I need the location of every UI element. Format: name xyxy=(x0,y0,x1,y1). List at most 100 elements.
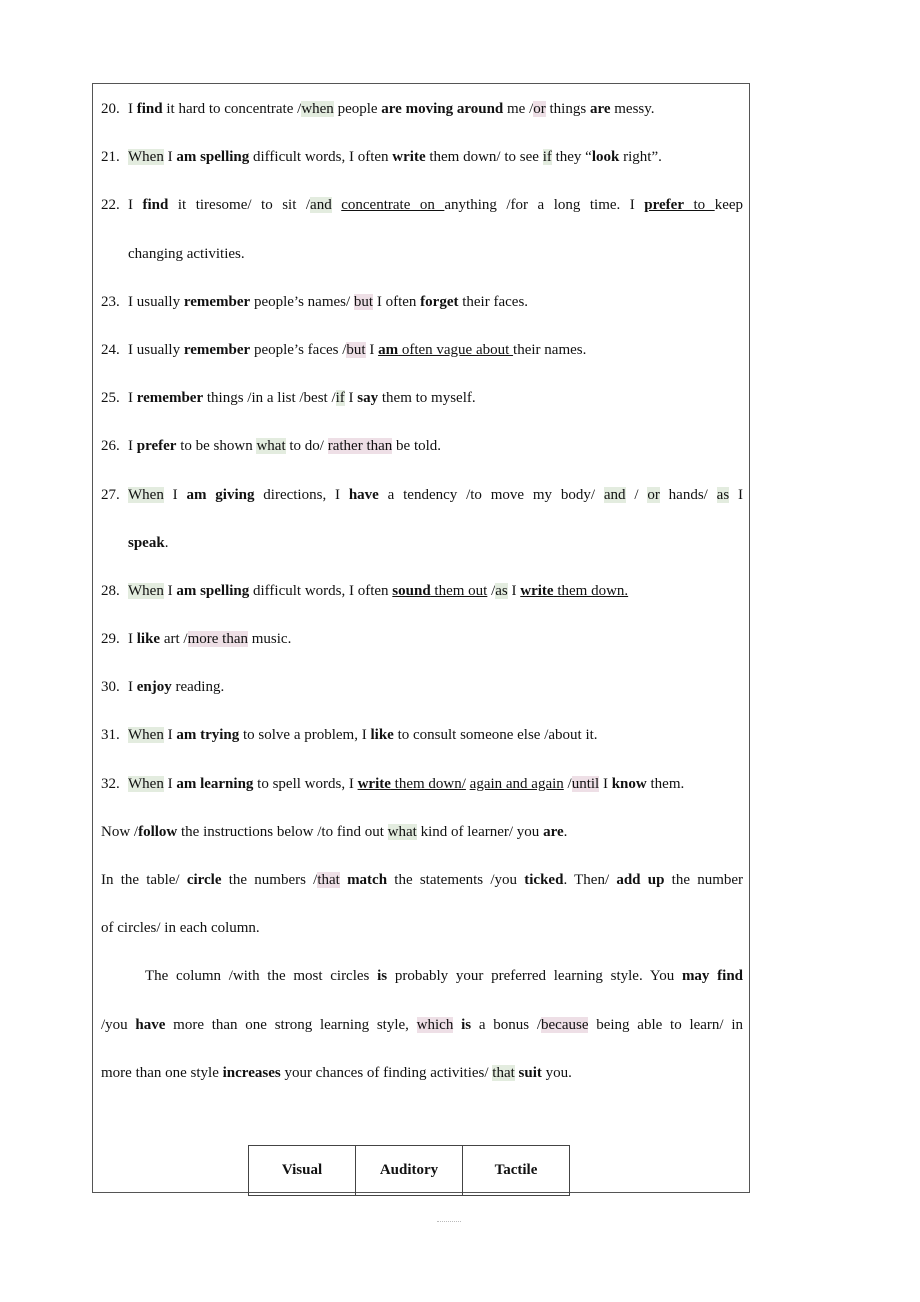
text-run: write xyxy=(392,149,426,166)
text-run: increases xyxy=(222,1064,281,1081)
text-line: speak. xyxy=(128,519,743,567)
text-run: enjoy xyxy=(136,679,172,696)
text-run: speak xyxy=(128,534,165,551)
text-run: are xyxy=(543,823,564,840)
text-run: I xyxy=(128,438,137,455)
text-run: things /in a list /best / xyxy=(203,390,336,407)
text-line: When I am spelling difficult words, I of… xyxy=(128,133,743,181)
highlighted-word: When xyxy=(128,582,164,599)
text-run: things xyxy=(545,101,590,117)
text-run: more than one style xyxy=(101,1064,223,1081)
text-run: me / xyxy=(503,101,534,117)
text-run: I xyxy=(365,341,379,358)
text-run: have xyxy=(135,1016,166,1033)
highlighted-word: as xyxy=(495,582,508,599)
highlighted-word: because xyxy=(541,1016,589,1033)
text-run: you. xyxy=(541,1064,572,1081)
text-run: like xyxy=(370,727,394,744)
statement-item: 29. I like art /more than music. xyxy=(101,615,743,663)
text-run: I xyxy=(128,631,137,648)
highlighted-word: what xyxy=(256,438,286,455)
text-run: people’s faces / xyxy=(250,341,347,358)
text-run: difficult words, I often xyxy=(249,582,393,599)
text-run: . xyxy=(164,534,169,551)
text-run: of circles/ in each column. xyxy=(101,920,260,937)
text-run: I xyxy=(128,679,137,696)
text-line: I usually remember people’s faces /but I… xyxy=(128,326,743,374)
text-line: I find it tiresome/ to sit /and concentr… xyxy=(128,181,743,229)
text-run: their names. xyxy=(513,341,587,358)
text-run: write xyxy=(357,775,391,792)
text-run: know xyxy=(611,775,647,792)
text-run: sound xyxy=(392,582,431,599)
text-run: like xyxy=(136,631,161,648)
text-run: to solve a problem, I xyxy=(239,727,371,744)
text-run: The column /with the most circles xyxy=(145,968,378,985)
text-run xyxy=(332,197,342,213)
text-run: / xyxy=(625,486,648,503)
text-run: kind of learner/ you xyxy=(416,823,544,840)
text-run: being able to learn/ in xyxy=(588,1016,744,1033)
highlighted-word: which xyxy=(416,1016,454,1033)
text-run: prefer xyxy=(644,197,684,214)
text-run: I often xyxy=(373,293,421,310)
statement-item: 21. When I am spelling difficult words, I… xyxy=(101,133,743,181)
text-run: again and again xyxy=(469,775,564,792)
text-run: I xyxy=(507,582,521,599)
statement-number: 28. xyxy=(101,582,120,599)
text-run: messy. xyxy=(610,101,655,117)
statement-number: 21. xyxy=(101,149,120,166)
statement-number: 22. xyxy=(101,197,120,214)
statement-number: 26. xyxy=(101,438,120,455)
text-run: am learning xyxy=(176,775,254,792)
text-line: more than one style increases your chanc… xyxy=(101,1049,743,1097)
text-line: In the table/ circle the numbers /that m… xyxy=(101,856,743,904)
text-run: look xyxy=(591,149,620,166)
statement-number: 27. xyxy=(101,486,120,503)
column-header-visual: Visual xyxy=(248,1145,356,1196)
text-run: have xyxy=(348,486,379,503)
text-run: their faces. xyxy=(458,293,529,310)
highlighted-word: When xyxy=(128,486,164,503)
text-run: match xyxy=(347,872,388,888)
statement-item: 20. I find it hard to concentrate /when p… xyxy=(101,85,743,133)
text-run: often vague about xyxy=(398,341,514,358)
text-run: to consult someone else /about it. xyxy=(393,727,598,744)
text-run: . Then/ xyxy=(563,872,617,888)
text-run: more than one strong learning style, xyxy=(165,1016,417,1033)
text-run: people xyxy=(333,101,382,117)
text-run: prefer xyxy=(136,438,177,455)
highlighted-word: or xyxy=(647,486,660,503)
text-line: I prefer to be shown what to do/ rather … xyxy=(128,422,743,470)
text-run: am giving xyxy=(186,486,255,503)
statement-number: 20. xyxy=(101,101,120,117)
text-run: is xyxy=(377,968,388,985)
text-run: your chances of finding activities/ xyxy=(280,1064,493,1081)
text-run: the instructions below /to find out xyxy=(177,823,388,840)
statement-item: 32. When I am learning to spell words, I … xyxy=(101,760,743,808)
text-run: remember xyxy=(183,341,251,358)
text-run: to spell words, I xyxy=(253,775,358,792)
text-run: I xyxy=(163,727,177,744)
text-run: people’s names/ xyxy=(250,293,354,310)
statement-item: 23. I usually remember people’s names/ bu… xyxy=(101,278,743,326)
text-run: them down/ xyxy=(390,775,466,792)
highlighted-word: if xyxy=(542,149,552,166)
text-line: I remember things /in a list /best /if I… xyxy=(128,374,743,422)
text-run: are moving around xyxy=(381,101,504,117)
statement-number: 32. xyxy=(101,775,120,792)
text-run: the numbers / xyxy=(221,872,318,888)
footer-divider xyxy=(437,1221,461,1222)
text-line: /you have more than one strong learning … xyxy=(101,1001,743,1049)
statement-item: 26. I prefer to be shown what to do/ rath… xyxy=(101,422,743,470)
highlighted-word: what xyxy=(387,823,417,840)
text-run: to xyxy=(684,197,715,214)
text-run: I xyxy=(163,775,177,792)
text-run: it tiresome/ to sit / xyxy=(168,197,311,214)
highlighted-word: if xyxy=(335,390,345,407)
text-run: I usually xyxy=(128,293,184,310)
text-run: follow xyxy=(138,823,178,840)
text-line: of circles/ in each column. xyxy=(101,904,743,952)
text-line: When I am learning to spell words, I wri… xyxy=(128,760,743,808)
instruction-paragraph: Now /follow the instructions below /to f… xyxy=(101,808,743,856)
